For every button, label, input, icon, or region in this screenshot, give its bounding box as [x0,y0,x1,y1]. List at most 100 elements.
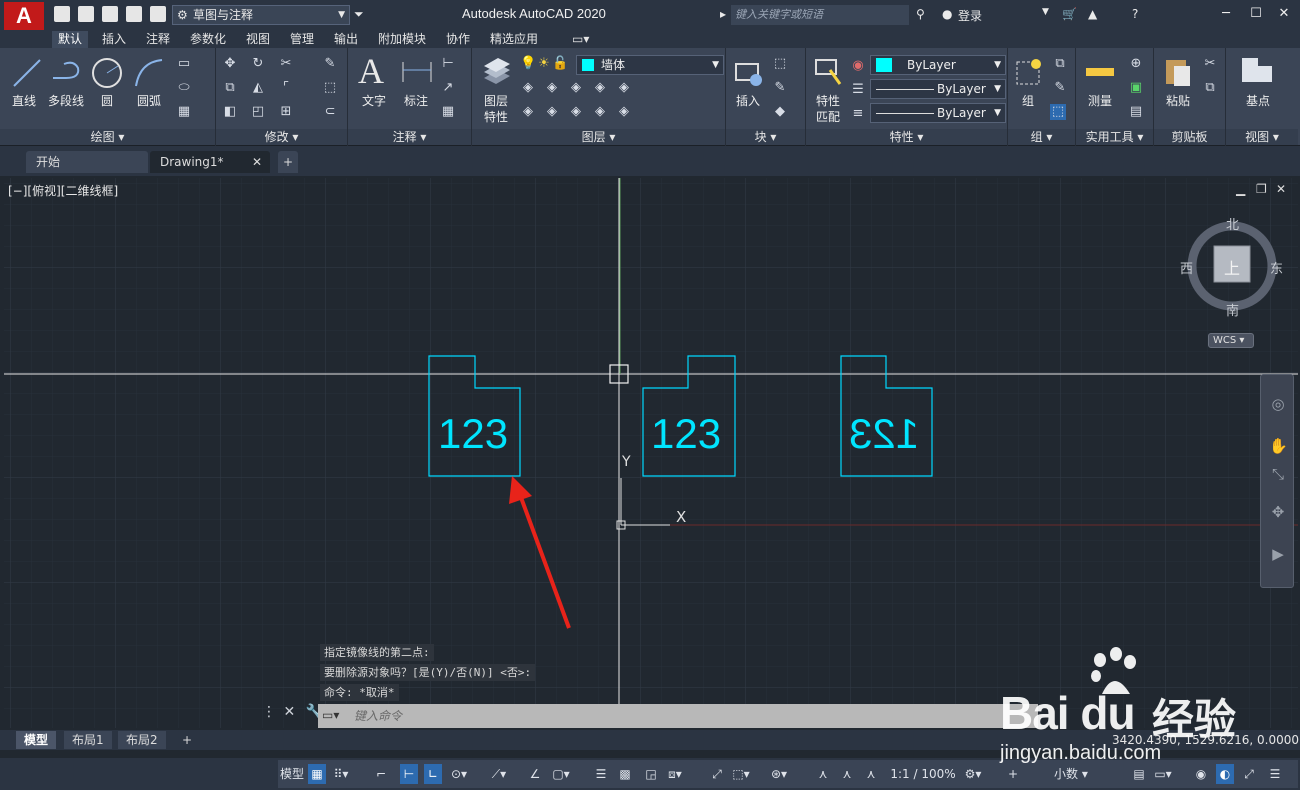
match-properties-icon[interactable] [812,56,844,88]
tab-drawing1[interactable]: Drawing1* ✕ [150,151,270,173]
group-select-icon[interactable]: ⬚ [1050,104,1066,120]
showmotion-icon[interactable]: ▶ [1269,545,1287,563]
isometric-icon[interactable]: ⟋▾ [490,764,508,784]
id-point-icon[interactable]: ⊕ [1128,56,1144,72]
base-view-icon[interactable] [1240,56,1274,88]
panel-groups-title[interactable]: 组 ▾ [1008,129,1075,145]
group-label[interactable]: 组 [1022,92,1034,109]
layer-tool-icon[interactable]: ◈ [544,104,560,120]
tab-manage[interactable]: 管理 [284,31,320,48]
tab-insert[interactable]: 插入 [96,31,132,48]
new-file-icon[interactable] [54,6,70,22]
layer-lock-icon[interactable]: 🔓 [552,56,568,72]
layer-properties-label-line1[interactable]: 图层 [484,92,508,109]
arc-tool-icon[interactable] [132,56,166,90]
close-window-button[interactable]: ✕ [1272,3,1296,25]
hatch-icon[interactable]: ▦ [176,104,192,120]
group-edit-icon[interactable]: ✎ [1052,80,1068,96]
viewcube-top-face[interactable]: 上 [1224,255,1240,279]
command-line[interactable]: ▭▾ 键入命令 [318,704,1038,728]
offset-icon[interactable]: ⊂ [322,104,338,120]
layer-tool-icon[interactable]: ◈ [544,80,560,96]
layer-freeze-icon[interactable]: ☀ [536,56,552,72]
search-input[interactable]: 键入关键字或短语 [731,5,909,25]
move-icon[interactable]: ✥ [222,56,238,72]
array-icon[interactable]: ⊞ [278,104,294,120]
selection-cycling-icon[interactable]: ◲ [642,764,660,784]
hardware-acceleration-icon[interactable]: ◐ [1216,764,1234,784]
annotation-scale-icon[interactable]: ⋏ [862,764,880,784]
login-chevron-icon[interactable]: ▼ [1042,7,1049,17]
dimension-tool-icon[interactable] [400,58,434,86]
drawing-text-2[interactable]: 123 [651,410,721,458]
mirror-icon[interactable]: ◭ [250,80,266,96]
workspace-switch-icon[interactable]: ⚙▾ [964,764,982,784]
paste-label[interactable]: 粘贴 [1166,92,1190,109]
annotation-monitor-icon[interactable]: + [1004,764,1022,784]
viewport-minimize-icon[interactable]: ▁ [1236,182,1245,196]
arc-tool-label[interactable]: 圆弧 [137,92,161,109]
cart-icon[interactable]: 🛒 [1062,7,1077,21]
panel-utilities-title[interactable]: 实用工具 ▾ [1076,129,1153,145]
tab-parametric[interactable]: 参数化 [184,31,232,48]
layer-tool-icon[interactable]: ◈ [592,104,608,120]
customization-icon[interactable]: ☰ [1266,764,1284,784]
panel-block-title[interactable]: 块 ▾ [726,129,805,145]
auto-scale-icon[interactable]: ⋏ [838,764,856,784]
drawing-text-mirrored[interactable]: 123 [849,410,919,458]
table-icon[interactable]: ▦ [440,104,456,120]
application-menu-button[interactable]: A [4,2,44,30]
pan-icon[interactable]: ✋ [1269,437,1288,455]
dimension-tool-label[interactable]: 标注 [404,92,428,109]
layer-tool-icon[interactable]: ◈ [568,80,584,96]
ungroup-icon[interactable]: ⧉ [1052,56,1068,72]
match-properties-label-line2[interactable]: 匹配 [816,108,840,125]
viewport-close-icon[interactable]: ✕ [1276,182,1286,196]
quick-select-icon[interactable]: ▣ [1128,80,1144,96]
tab-view[interactable]: 视图 [240,31,276,48]
tab-annotate[interactable]: 注释 [140,31,176,48]
add-layout-button[interactable]: + [174,731,200,749]
tab-start[interactable]: 开始 [26,151,148,173]
polar-tracking-icon[interactable]: ⊙▾ [450,764,468,784]
close-command-line-icon[interactable]: ✕ [283,704,295,720]
match-properties-label-line1[interactable]: 特性 [816,92,840,109]
fillet-icon[interactable]: ⌜ [278,80,294,96]
edit-block-icon[interactable]: ✎ [772,80,788,96]
command-line-grip-icon[interactable]: ⋮ [262,704,276,720]
polyline-tool-label[interactable]: 多段线 [48,92,84,109]
open-file-icon[interactable] [78,6,94,22]
binoculars-icon[interactable]: ⚲ [916,7,925,21]
3d-osnap-icon[interactable]: ⧈▾ [666,764,684,784]
trim-icon[interactable]: ✂ [278,56,294,72]
layer-dropdown[interactable]: 墙体 ▼ [576,55,724,75]
annotation-visibility-icon[interactable]: ⋏ [814,764,832,784]
stretch-icon[interactable]: ◧ [222,104,238,120]
circle-tool-label[interactable]: 圆 [101,92,113,109]
insert-block-label[interactable]: 插入 [736,92,760,109]
ortho-icon[interactable]: ∟ [424,764,442,784]
compass-east[interactable]: 东 [1270,258,1283,277]
measure-icon[interactable] [1084,60,1116,84]
help-icon[interactable]: ? [1132,7,1138,21]
layer-tool-icon[interactable]: ◈ [520,104,536,120]
text-tool-label[interactable]: 文字 [362,92,386,109]
panel-layers-title[interactable]: 图层 ▾ [472,129,725,145]
viewport-restore-icon[interactable]: ❐ [1256,182,1267,196]
text-tool-icon[interactable]: A [358,50,384,92]
object-snap-icon[interactable]: ▢▾ [552,764,570,784]
rotate-icon[interactable]: ↻ [250,56,266,72]
lineweight-dropdown[interactable]: ByLayer ▼ [870,103,1006,123]
leader-icon[interactable]: ↗ [440,80,456,96]
tab-layout2[interactable]: 布局2 [118,731,166,749]
user-icon[interactable]: ● [942,7,952,21]
paste-icon[interactable] [1162,54,1192,88]
linetype-icon[interactable]: ☰ [850,82,866,98]
explode-icon[interactable]: ⬚ [322,80,338,96]
panel-draw-title[interactable]: 绘图 ▾ [0,129,215,145]
minimize-button[interactable]: ─ [1214,3,1238,25]
login-button[interactable]: 登录 [958,7,982,24]
lock-ui-icon[interactable]: ▭▾ [1154,764,1172,784]
tab-default[interactable]: 默认 [52,31,89,48]
layer-tool-icon[interactable]: ◈ [616,80,632,96]
